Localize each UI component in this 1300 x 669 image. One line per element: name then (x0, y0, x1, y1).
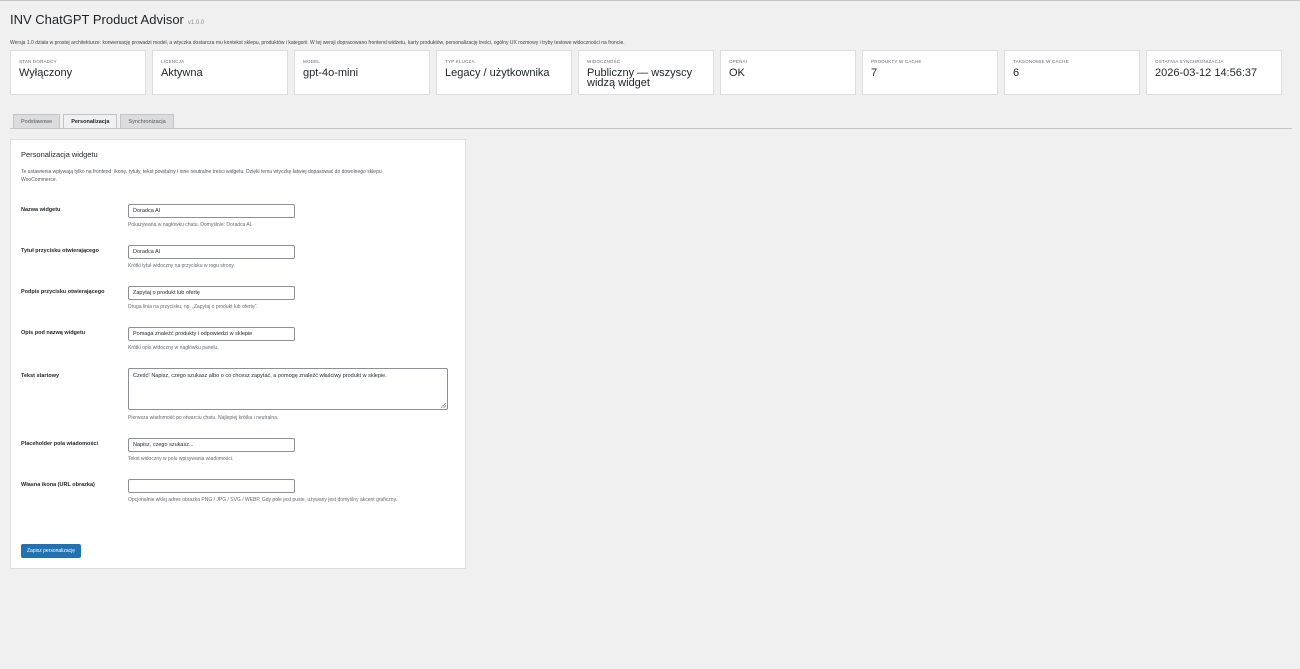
status-card-model: Model gpt-4o-mini (294, 50, 430, 95)
button-subtitle-input[interactable]: Zapytaj o produkt lub ofertę (128, 286, 295, 300)
card-value: Publiczny — wszyscy widzą widget (587, 67, 693, 89)
card-label: Licencja (161, 59, 185, 64)
widget-description-input[interactable]: Pomaga znaleźć produkty i odpowiedzi w s… (128, 327, 295, 341)
field-help: Krótki tytuł widoczny na przycisku w rog… (128, 263, 235, 269)
status-card-last-sync: Ostatnia synchronizacja 2026-03-12 14:56… (1146, 50, 1282, 95)
status-card-visibility: Widoczność Publiczny — wszyscy widzą wid… (578, 50, 714, 95)
tab-synchronization[interactable]: Synchronizacja (120, 114, 174, 129)
status-card-openai: OpenAI OK (720, 50, 856, 95)
status-card-state: Stan doradcy Wyłączony (10, 50, 146, 95)
save-personalization-button[interactable]: Zapisz personalizację (21, 544, 82, 558)
card-value: Legacy / użytkownika (445, 67, 550, 79)
field-label: Podpis przycisku otwierającego (21, 289, 105, 295)
field-help: Opcjonalnie wklej adres obrazka PNG / JP… (128, 497, 398, 503)
intro-text: Wersja 1.0 działa w prostej architekturz… (10, 40, 625, 46)
status-card-license: Licencja Aktywna (152, 50, 288, 95)
card-value: gpt-4o-mini (303, 67, 359, 79)
field-label: Opis pod nazwą widgetu (21, 330, 86, 336)
card-label: Model (303, 59, 321, 64)
start-text-textarea[interactable]: Cześć! Napisz, czego szukasz albo o co c… (128, 368, 448, 410)
card-value: 2026-03-12 14:56:37 (1155, 67, 1258, 79)
card-label: Taksonomie w cache (1013, 59, 1069, 64)
resize-handle-icon[interactable] (441, 403, 446, 408)
top-border (0, 0, 1300, 1)
card-value: 7 (871, 67, 878, 79)
status-card-products-cache: Produkty w cache 7 (862, 50, 998, 95)
field-label: Tekst startowy (21, 373, 60, 379)
card-label: Produkty w cache (871, 59, 922, 64)
card-label: Stan doradcy (19, 59, 57, 64)
card-label: Typ klucza (445, 59, 475, 64)
tab-personalization[interactable]: Personalizacja (63, 114, 118, 129)
widget-name-input[interactable]: Doradca AI (128, 204, 295, 218)
field-help: Tekst widoczny w polu wpisywania wiadomo… (128, 456, 234, 462)
field-help: Krótki opis widoczny w nagłówku panelu. (128, 345, 219, 351)
page-title: INV ChatGPT Product Advisor (10, 12, 184, 27)
textarea-value: Cześć! Napisz, czego szukasz albo o co c… (133, 373, 387, 379)
card-value: Aktywna (161, 67, 203, 79)
field-help: Pierwsza wiadomość po otwarciu chatu. Na… (128, 415, 279, 421)
button-title-input[interactable]: Doradca AI (128, 245, 295, 259)
placeholder-input[interactable]: Napisz, czego szukasz... (128, 438, 295, 452)
version-label: v1.0.0 (187, 20, 205, 26)
status-card-taxonomies-cache: Taksonomie w cache 6 (1004, 50, 1140, 95)
field-help: Pokazywana w nagłówku chatu. Domyślnie: … (128, 222, 253, 228)
icon-url-input[interactable] (128, 479, 295, 493)
card-value: Wyłączony (19, 67, 73, 79)
page-header: INV ChatGPT Product Advisor v1.0.0 (10, 12, 1292, 32)
field-label: Placeholder pola wiadomości (21, 441, 99, 447)
panel-title: Personalizacja widgetu (21, 150, 98, 159)
card-label: OpenAI (729, 59, 748, 64)
card-value: OK (729, 67, 745, 79)
panel-description: Te ustawienia wpływają tylko na frontend… (21, 169, 382, 183)
card-label: Widoczność (587, 59, 621, 64)
card-label: Ostatnia synchronizacja (1155, 59, 1224, 64)
field-label: Nazwa widgetu (21, 207, 61, 213)
tab-basic[interactable]: Podstawowe (13, 114, 61, 129)
tab-divider (10, 128, 1292, 129)
page-wrap: INV ChatGPT Product Advisor v1.0.0 Wersj… (10, 12, 1292, 569)
status-card-key-type: Typ klucza Legacy / użytkownika (436, 50, 572, 95)
field-label: Własna ikona (URL obrazka) (21, 482, 95, 488)
settings-tabs: Podstawowe Personalizacja Synchronizacja (13, 114, 174, 129)
personalization-panel: Personalizacja widgetu Te ustawienia wpł… (10, 139, 466, 569)
card-value: 6 (1013, 67, 1020, 79)
status-cards: Stan doradcy Wyłączony Licencja Aktywna … (10, 50, 1282, 95)
field-help: Druga linia na przycisku, np. „Zapytaj o… (128, 304, 258, 310)
field-label: Tytuł przycisku otwierającego (21, 248, 99, 254)
